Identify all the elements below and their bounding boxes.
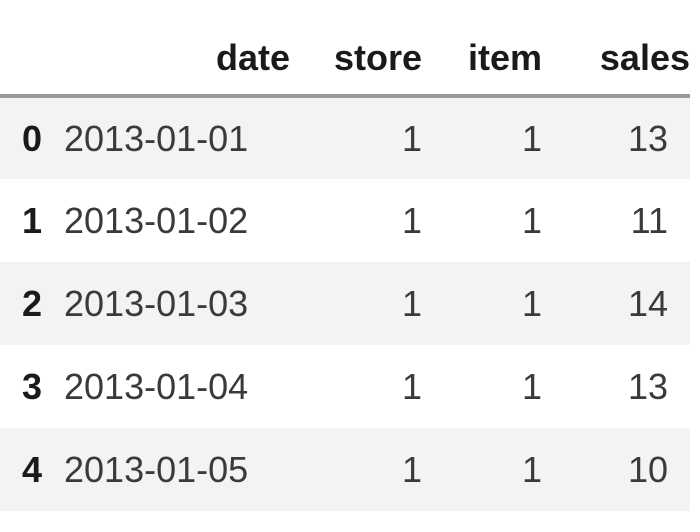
store-cell: 1 <box>401 282 422 324</box>
date-cell: 2013-01-02 <box>64 199 249 241</box>
date-cell: 2013-01-05 <box>64 448 249 490</box>
row-index: 0 <box>21 117 43 159</box>
dataframe-table: date store item sales 0 2013-01-01 1 1 1… <box>0 22 690 511</box>
item-cell: 1 <box>521 282 542 324</box>
item-cell: 1 <box>521 448 542 490</box>
row-index: 2 <box>21 282 43 324</box>
sales-cell: 13 <box>627 117 668 159</box>
sales-cell: 13 <box>627 365 668 407</box>
date-cell: 2013-01-03 <box>64 282 249 324</box>
store-cell: 1 <box>401 365 422 407</box>
date-cell: 2013-01-01 <box>64 117 249 159</box>
store-cell: 1 <box>401 448 422 490</box>
item-cell: 1 <box>521 199 542 241</box>
dataframe-output: date store item sales 0 2013-01-01 1 1 1… <box>0 0 700 532</box>
row-index: 3 <box>21 365 43 407</box>
sales-cell: 10 <box>627 448 668 490</box>
table-row: 3 2013-01-04 1 1 13 <box>0 345 690 428</box>
header-row: date store item sales <box>0 22 690 98</box>
column-header-item: item <box>422 22 542 98</box>
row-index: 1 <box>21 199 43 241</box>
table-row: 4 2013-01-05 1 1 10 <box>0 428 690 511</box>
column-header-sales: sales <box>542 22 690 98</box>
sales-cell: 11 <box>630 199 668 241</box>
item-cell: 1 <box>521 365 542 407</box>
table-row: 1 2013-01-02 1 1 11 <box>0 179 690 262</box>
table-row: 0 2013-01-01 1 1 13 <box>0 96 690 179</box>
store-cell: 1 <box>401 199 422 241</box>
sales-cell: 14 <box>627 282 668 324</box>
table-row: 2 2013-01-03 1 1 14 <box>0 262 690 345</box>
store-cell: 1 <box>401 117 422 159</box>
date-cell: 2013-01-04 <box>64 365 249 407</box>
item-cell: 1 <box>521 117 542 159</box>
table-header: date store item sales <box>0 22 690 98</box>
row-index: 4 <box>21 448 43 490</box>
table-body: 0 2013-01-01 1 1 13 1 2013-01-02 1 1 11 … <box>0 96 690 511</box>
column-header-date: date <box>64 22 290 98</box>
index-header <box>0 22 64 98</box>
column-header-store: store <box>290 22 422 98</box>
